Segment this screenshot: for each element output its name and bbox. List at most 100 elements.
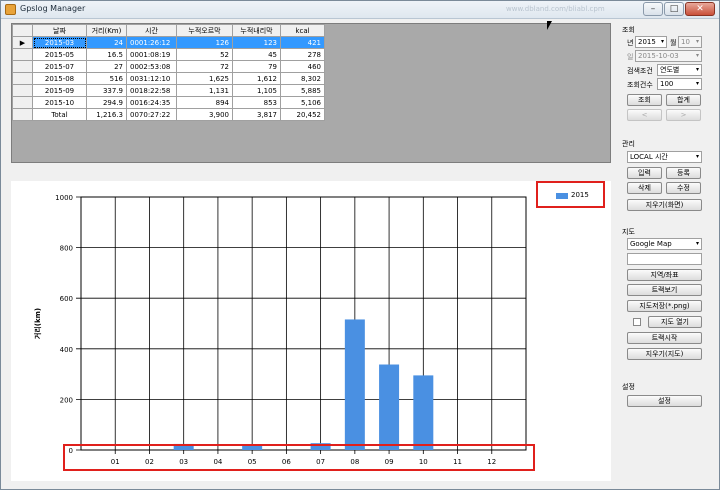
day-select[interactable]: 2015-10-03 ▾ xyxy=(635,50,702,62)
clear-screen-button[interactable]: 지우기(화면) xyxy=(627,199,702,211)
table-cell[interactable]: 45 xyxy=(232,48,281,61)
watermark-text: www.dbland.com/bliabl.cpm xyxy=(506,5,605,13)
row-header[interactable] xyxy=(12,96,33,109)
column-header[interactable]: kcal xyxy=(280,24,325,37)
table-cell[interactable]: 337.9 xyxy=(86,84,127,97)
column-header[interactable]: 누적오르막 xyxy=(176,24,233,37)
minimize-button[interactable]: – xyxy=(643,2,663,16)
table-cell[interactable]: 2015-08 xyxy=(32,72,87,85)
table-cell[interactable]: 8,302 xyxy=(280,72,325,85)
track-start-button[interactable]: 트랙시작 xyxy=(627,332,702,344)
table-cell[interactable]: 3,817 xyxy=(232,108,281,121)
criteria-label: 검색조건 xyxy=(627,67,653,75)
table-cell[interactable]: 0002:53:08 xyxy=(126,60,177,73)
settings-button[interactable]: 설정 xyxy=(627,395,702,407)
table-cell[interactable]: 2015-09 xyxy=(32,84,87,97)
row-header[interactable] xyxy=(12,48,33,61)
region-coordinates-button[interactable]: 지역/좌표 xyxy=(627,269,702,281)
table-cell[interactable]: 853 xyxy=(232,96,281,109)
save-map-button[interactable]: 지도저장(*.png) xyxy=(627,300,702,312)
table-cell[interactable]: 2015-05 xyxy=(32,48,87,61)
month-value: 10 xyxy=(681,38,690,46)
open-map-button[interactable]: 지도 열기 xyxy=(648,316,702,328)
table-cell[interactable]: 294.9 xyxy=(86,96,127,109)
table-cell[interactable]: 0070:27:22 xyxy=(126,108,177,121)
month-select[interactable]: 10 ▾ xyxy=(678,36,702,48)
row-header[interactable] xyxy=(12,84,33,97)
year-select[interactable]: 2015 ▾ xyxy=(635,36,667,48)
track-view-button[interactable]: 트랙보기 xyxy=(627,284,702,296)
row-header[interactable] xyxy=(12,60,33,73)
table-cell[interactable]: 516 xyxy=(86,72,127,85)
count-select[interactable]: 100 ▾ xyxy=(657,78,702,90)
column-header[interactable]: 날짜 xyxy=(32,24,87,37)
prev-button[interactable]: < xyxy=(627,109,662,121)
column-header[interactable]: 시간 xyxy=(126,24,177,37)
table-cell[interactable]: 5,106 xyxy=(280,96,325,109)
table-cell[interactable]: 20,452 xyxy=(280,108,325,121)
table-cell[interactable]: 421 xyxy=(280,36,325,49)
table-row[interactable]: ▶ 2015-03 24 0001:26:12 126 123 421 xyxy=(12,36,325,49)
next-button[interactable]: > xyxy=(666,109,701,121)
table-cell[interactable]: 72 xyxy=(176,60,233,73)
day-label: 일 xyxy=(627,53,634,61)
table-row[interactable]: 2015-08 516 0031:12:10 1,625 1,612 8,302 xyxy=(12,72,325,85)
table-cell[interactable]: 0016:24:35 xyxy=(126,96,177,109)
table-cell[interactable]: 2015-07 xyxy=(32,60,87,73)
data-grid[interactable]: 날짜 거리(Km) 시간 누적오르막 누적내리막 kcal ▶ 2015-03 24… xyxy=(12,24,325,121)
clear-map-button[interactable]: 지우기(지도) xyxy=(627,348,702,360)
edit-button[interactable]: 수정 xyxy=(666,182,701,194)
map-search-input[interactable] xyxy=(627,253,702,265)
delete-button[interactable]: 삭제 xyxy=(627,182,662,194)
table-cell[interactable]: 1,105 xyxy=(232,84,281,97)
table-cell[interactable]: 5,885 xyxy=(280,84,325,97)
chevron-down-icon: ▾ xyxy=(695,66,699,73)
table-cell[interactable]: 1,216.3 xyxy=(86,108,127,121)
legend-swatch xyxy=(556,193,568,199)
table-cell[interactable]: 52 xyxy=(176,48,233,61)
table-cell[interactable]: 123 xyxy=(232,36,281,49)
table-cell[interactable]: 2015-03 xyxy=(32,36,87,49)
table-row[interactable]: 2015-05 16.5 0001:08:19 52 45 278 xyxy=(12,48,325,61)
table-cell[interactable]: 0018:22:58 xyxy=(126,84,177,97)
row-header[interactable] xyxy=(12,72,33,85)
table-cell[interactable]: 24 xyxy=(86,36,127,49)
table-cell[interactable]: 16.5 xyxy=(86,48,127,61)
table-cell[interactable]: 0001:08:19 xyxy=(126,48,177,61)
table-cell[interactable]: Total xyxy=(32,108,87,121)
table-cell[interactable]: 126 xyxy=(176,36,233,49)
table-cell[interactable]: 2015-10 xyxy=(32,96,87,109)
table-row[interactable]: 2015-10 294.9 0016:24:35 894 853 5,106 xyxy=(12,96,325,109)
table-cell[interactable]: 1,625 xyxy=(176,72,233,85)
table-cell[interactable]: 79 xyxy=(232,60,281,73)
maximize-button[interactable]: □ xyxy=(664,2,684,16)
table-cell[interactable]: 460 xyxy=(280,60,325,73)
table-cell[interactable]: 1,131 xyxy=(176,84,233,97)
table-cell[interactable]: 3,900 xyxy=(176,108,233,121)
table-row[interactable]: 2015-09 337.9 0018:22:58 1,131 1,105 5,885 xyxy=(12,84,325,97)
table-cell[interactable]: 1,612 xyxy=(232,72,281,85)
input-button[interactable]: 입력 xyxy=(627,167,662,179)
row-header[interactable] xyxy=(12,108,33,121)
table-cell[interactable]: 894 xyxy=(176,96,233,109)
table-row[interactable]: 2015-07 27 0002:53:08 72 79 460 xyxy=(12,60,325,73)
table-cell[interactable]: 0001:26:12 xyxy=(126,36,177,49)
time-select[interactable]: LOCAL 시간 ▾ xyxy=(627,151,702,163)
count-label: 조회건수 xyxy=(627,81,653,89)
row-pointer-icon[interactable]: ▶ xyxy=(12,36,33,49)
criteria-select[interactable]: 연도별 ▾ xyxy=(657,64,702,76)
map-provider-select[interactable]: Google Map ▾ xyxy=(627,238,702,250)
register-button[interactable]: 등록 xyxy=(666,167,701,179)
table-cell[interactable]: 27 xyxy=(86,60,127,73)
map-open-checkbox[interactable] xyxy=(633,318,641,326)
chart-legend: 2015 xyxy=(536,181,605,208)
column-header[interactable]: 거리(Km) xyxy=(86,24,127,37)
table-cell[interactable]: 0031:12:10 xyxy=(126,72,177,85)
table-cell[interactable]: 278 xyxy=(280,48,325,61)
column-header[interactable]: 누적내리막 xyxy=(232,24,281,37)
query-button[interactable]: 조회 xyxy=(627,94,662,106)
table-row[interactable]: Total 1,216.3 0070:27:22 3,900 3,817 20,452 xyxy=(12,108,325,121)
criteria-value: 연도별 xyxy=(660,66,680,74)
close-button[interactable]: ✕ xyxy=(685,2,715,16)
sum-button[interactable]: 합계 xyxy=(666,94,701,106)
